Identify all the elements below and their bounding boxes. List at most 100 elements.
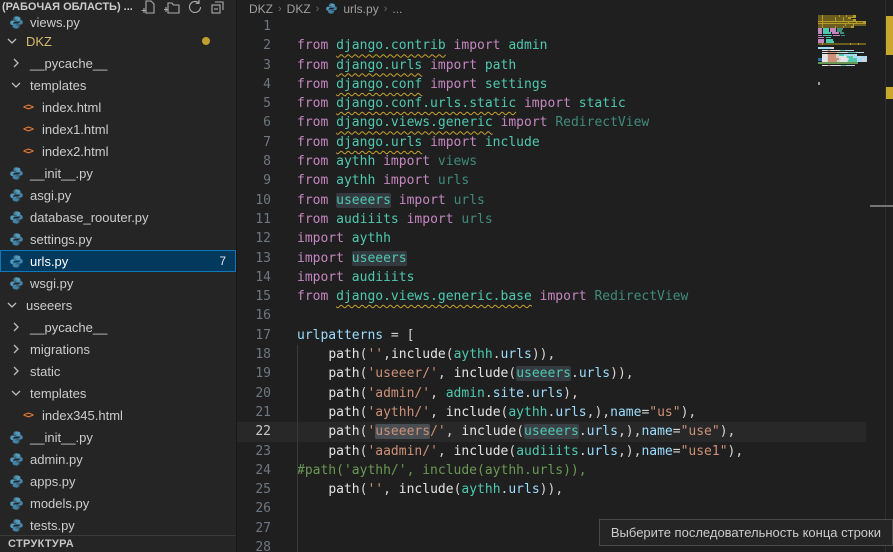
tree-item-apps-py[interactable]: apps.py bbox=[0, 470, 236, 492]
code-line-22[interactable]: 22 path('useeers/', include(useeers.urls… bbox=[237, 422, 866, 441]
code-text[interactable]: from audiiits import urls bbox=[297, 210, 493, 229]
code-line-10[interactable]: 10 from useeers import urls bbox=[237, 191, 866, 210]
tree-item-admin-py[interactable]: admin.py bbox=[0, 448, 236, 470]
code-text[interactable]: path('',include(aythh.urls)), bbox=[297, 345, 555, 364]
code-line-16[interactable]: 16 bbox=[237, 306, 866, 325]
tree-item--pycache-[interactable]: __pycache__ bbox=[0, 316, 236, 338]
code-text[interactable]: from aythh import views bbox=[297, 152, 477, 171]
code-text[interactable]: from django.conf import settings bbox=[297, 75, 547, 94]
code-text[interactable]: from django.urls import include bbox=[297, 133, 540, 152]
tree-item-index2-html[interactable]: <>index2.html bbox=[0, 140, 236, 162]
code-text[interactable]: from useeers import urls bbox=[297, 191, 485, 210]
new-folder-icon[interactable] bbox=[164, 0, 180, 15]
line-number[interactable]: 4 bbox=[237, 75, 271, 94]
line-number[interactable]: 7 bbox=[237, 133, 271, 152]
code-text[interactable]: path('aythh/', include(aythh.urls,),name… bbox=[297, 403, 696, 422]
line-number[interactable]: 27 bbox=[237, 519, 271, 538]
tree-item-dkz[interactable]: DKZ bbox=[0, 30, 236, 52]
refresh-icon[interactable] bbox=[187, 0, 203, 15]
line-number[interactable]: 10 bbox=[237, 191, 271, 210]
code-text[interactable]: path('', include(aythh.urls)), bbox=[297, 480, 563, 499]
code-line-6[interactable]: 6 from django.views.generic import Redire… bbox=[237, 113, 866, 132]
code-text[interactable]: from django.views.generic.base import Re… bbox=[297, 287, 688, 306]
code-line-11[interactable]: 11 from audiiits import urls bbox=[237, 210, 866, 229]
line-number[interactable]: 12 bbox=[237, 229, 271, 248]
line-number[interactable]: 1 bbox=[237, 17, 271, 36]
line-number[interactable]: 24 bbox=[237, 461, 271, 480]
breadcrumb-item[interactable]: ... bbox=[392, 2, 402, 16]
code-text[interactable]: path('admin/', admin.site.urls), bbox=[297, 384, 579, 403]
line-number[interactable]: 3 bbox=[237, 56, 271, 75]
collapse-all-icon[interactable] bbox=[210, 0, 226, 15]
code-text[interactable]: path('useeers/', include(useeers.urls,),… bbox=[297, 422, 735, 441]
code-line-21[interactable]: 21 path('aythh/', include(aythh.urls,),n… bbox=[237, 403, 866, 422]
line-number[interactable]: 8 bbox=[237, 152, 271, 171]
code-text[interactable]: import aythh bbox=[297, 229, 391, 248]
tree-item-templates[interactable]: templates bbox=[0, 382, 236, 404]
line-number[interactable]: 18 bbox=[237, 345, 271, 364]
code-line-25[interactable]: 25 path('', include(aythh.urls)), bbox=[237, 480, 866, 499]
code-line-12[interactable]: 12 import aythh bbox=[237, 229, 866, 248]
line-number[interactable]: 13 bbox=[237, 249, 271, 268]
line-number[interactable]: 28 bbox=[237, 538, 271, 552]
tree-item-index-html[interactable]: <>index.html bbox=[0, 96, 236, 118]
tree-item-wsgi-py[interactable]: wsgi.py bbox=[0, 272, 236, 294]
code-text[interactable]: path('aadmin/', include(audiiits.urls,),… bbox=[297, 442, 743, 461]
code-line-8[interactable]: 8 from aythh import views bbox=[237, 152, 866, 171]
line-number[interactable]: 21 bbox=[237, 403, 271, 422]
outline-section-header[interactable]: СТРУКТУРА bbox=[0, 535, 236, 552]
line-number[interactable]: 25 bbox=[237, 480, 271, 499]
code-line-15[interactable]: 15 from django.views.generic.base import … bbox=[237, 287, 866, 306]
code-line-4[interactable]: 4 from django.conf import settings bbox=[237, 75, 866, 94]
code-line-1[interactable]: 1 bbox=[237, 17, 866, 36]
code-text[interactable]: urlpatterns = [ bbox=[297, 326, 414, 345]
code-line-7[interactable]: 7 from django.urls import include bbox=[237, 133, 866, 152]
code-line-18[interactable]: 18 path('',include(aythh.urls)), bbox=[237, 345, 866, 364]
code-text[interactable]: from django.views.generic import Redirec… bbox=[297, 113, 649, 132]
code-text[interactable]: #path('aythh/', include(aythh.urls)), bbox=[297, 461, 587, 480]
code-line-24[interactable]: 24 #path('aythh/', include(aythh.urls)), bbox=[237, 461, 866, 480]
tree-item-urls-py[interactable]: urls.py7 bbox=[0, 250, 236, 272]
line-number[interactable]: 20 bbox=[237, 384, 271, 403]
code-line-5[interactable]: 5 from django.conf.urls.static import sta… bbox=[237, 94, 866, 113]
breadcrumb-item[interactable]: urls.py bbox=[324, 1, 378, 16]
line-number[interactable]: 19 bbox=[237, 364, 271, 383]
tree-item--init-py[interactable]: __init__.py bbox=[0, 426, 236, 448]
line-number[interactable]: 26 bbox=[237, 499, 271, 518]
tree-item-settings-py[interactable]: settings.py bbox=[0, 228, 236, 250]
line-number[interactable]: 16 bbox=[237, 306, 271, 325]
breadcrumb-item[interactable]: DKZ bbox=[287, 2, 311, 16]
line-number[interactable]: 22 bbox=[237, 422, 271, 441]
tree-item--pycache-[interactable]: __pycache__ bbox=[0, 52, 236, 74]
tree-item-templates[interactable]: templates bbox=[0, 74, 236, 96]
line-number[interactable]: 5 bbox=[237, 94, 271, 113]
tree-item-models-py[interactable]: models.py bbox=[0, 492, 236, 514]
tree-item-asgi-py[interactable]: asgi.py bbox=[0, 184, 236, 206]
line-number[interactable]: 17 bbox=[237, 326, 271, 345]
code-line-20[interactable]: 20 path('admin/', admin.site.urls), bbox=[237, 384, 866, 403]
tree-item-migrations[interactable]: migrations bbox=[0, 338, 236, 360]
code-line-17[interactable]: 17 urlpatterns = [ bbox=[237, 326, 866, 345]
line-number[interactable]: 2 bbox=[237, 36, 271, 55]
code-line-9[interactable]: 9from aythh import urls bbox=[237, 171, 866, 190]
code-text[interactable]: from aythh import urls bbox=[297, 171, 469, 190]
line-number[interactable]: 15 bbox=[237, 287, 271, 306]
new-file-icon[interactable] bbox=[141, 0, 157, 15]
line-number[interactable]: 6 bbox=[237, 113, 271, 132]
line-number[interactable]: 23 bbox=[237, 442, 271, 461]
code-line-14[interactable]: 14import audiiits bbox=[237, 268, 866, 287]
code-text[interactable]: from django.contrib import admin bbox=[297, 36, 547, 55]
tree-item-useeers[interactable]: useeers bbox=[0, 294, 236, 316]
code-line-13[interactable]: 13import useeers bbox=[237, 249, 866, 268]
tree-item-index345-html[interactable]: <>index345.html bbox=[0, 404, 236, 426]
code-text[interactable]: from django.conf.urls.static import stat… bbox=[297, 94, 626, 113]
code-line-3[interactable]: 3from django.urls import path bbox=[237, 56, 866, 75]
tree-item-index1-html[interactable]: <>index1.html bbox=[0, 118, 236, 140]
code-line-23[interactable]: 23 path('aadmin/', include(audiiits.urls… bbox=[237, 442, 866, 461]
tree-item--init-py[interactable]: __init__.py bbox=[0, 162, 236, 184]
tree-item-database-roouter-py[interactable]: database_roouter.py bbox=[0, 206, 236, 228]
breadcrumb-item[interactable]: DKZ bbox=[249, 2, 273, 16]
line-number[interactable]: 11 bbox=[237, 210, 271, 229]
code-line-19[interactable]: 19 path('useeer/', include(useeers.urls)… bbox=[237, 364, 866, 383]
code-line-26[interactable]: 26 bbox=[237, 499, 866, 518]
